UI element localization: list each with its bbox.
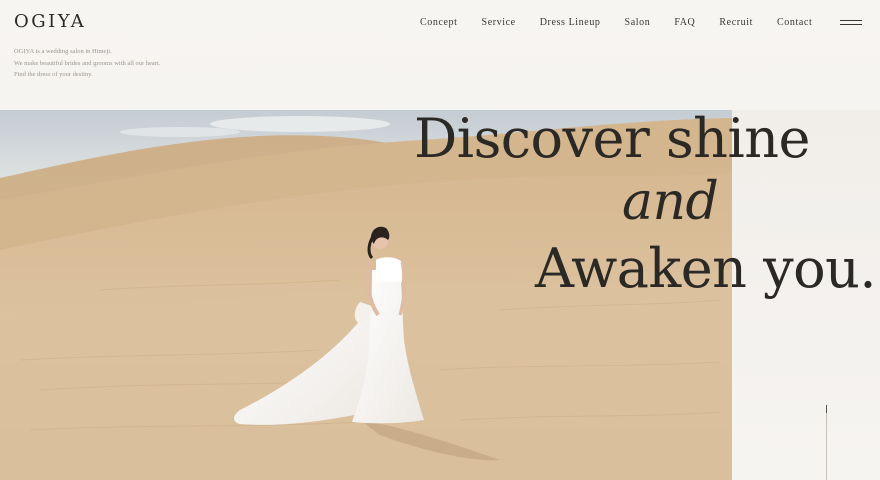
hero-headline-line3: Awaken you. bbox=[535, 237, 877, 301]
nav-item-concept[interactable]: Concept bbox=[408, 17, 470, 28]
menu-bar bbox=[840, 20, 862, 21]
nav-item-dress-lineup[interactable]: Dress Lineup bbox=[528, 17, 613, 28]
nav-item-faq[interactable]: FAQ bbox=[662, 17, 707, 28]
tagline-line: OGIYA is a wedding salon in Himeji. bbox=[14, 48, 112, 55]
nav-item-contact[interactable]: Contact bbox=[765, 17, 824, 28]
nav-item-recruit[interactable]: Recruit bbox=[707, 17, 765, 28]
hero-headline-line2: and bbox=[622, 171, 719, 232]
tagline-line: We make beautiful brides and grooms with… bbox=[14, 59, 161, 67]
page: OGIYA OGIYA is a wedding salon in Himeji… bbox=[0, 0, 880, 480]
scroll-indicator[interactable] bbox=[826, 405, 827, 480]
brand-tagline: OGIYA is a wedding salon in Himeji. We m… bbox=[14, 46, 204, 81]
hamburger-icon[interactable] bbox=[840, 18, 862, 28]
tagline-line: Find the dress of your destiny. bbox=[14, 71, 93, 78]
main-nav: Concept Service Dress Lineup Salon FAQ R… bbox=[408, 17, 824, 28]
nav-item-salon[interactable]: Salon bbox=[613, 17, 663, 28]
hero-headline-line1: Discover shine bbox=[414, 107, 810, 171]
logo[interactable]: OGIYA bbox=[14, 11, 86, 32]
menu-bar bbox=[840, 24, 862, 25]
nav-item-service[interactable]: Service bbox=[470, 17, 528, 28]
